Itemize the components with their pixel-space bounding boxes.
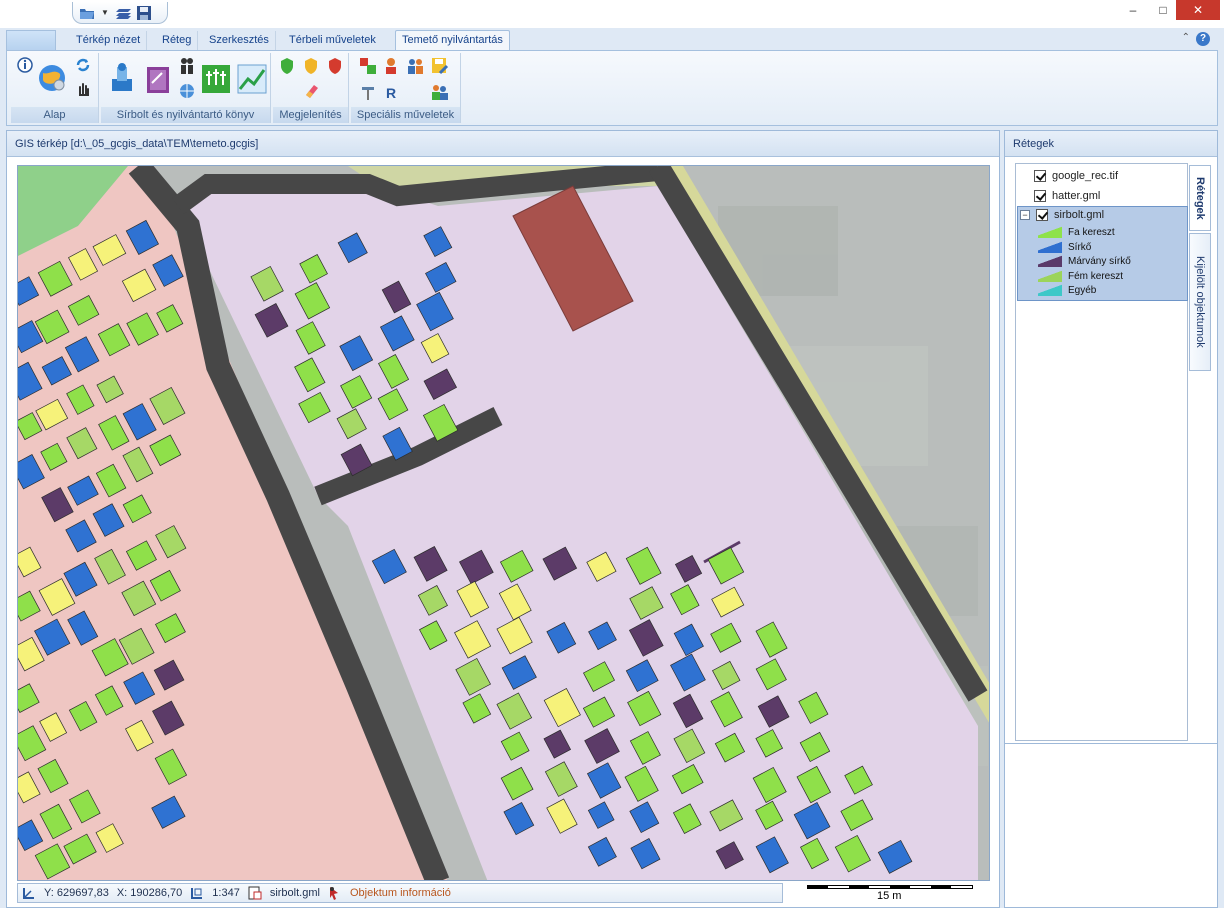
collapse-icon[interactable]: − xyxy=(1020,210,1030,220)
stamp-icon[interactable] xyxy=(107,61,137,95)
title-bar: ▼ – □ ✕ xyxy=(0,0,1224,28)
layer-google-rec[interactable]: google_rec.tif xyxy=(1034,166,1118,186)
quick-access-toolbar: ▼ xyxy=(72,2,168,24)
group-megjelenites: Megjelenítés xyxy=(273,53,349,123)
group-sirbolt: Sírbolt és nyilvántartó könyv xyxy=(101,53,271,123)
legend-swatch xyxy=(1038,270,1062,282)
pan-hand-icon[interactable] xyxy=(75,81,91,97)
legend-label: Márvány sírkő xyxy=(1068,255,1131,267)
tab-terkep-nezet[interactable]: Térkép nézet xyxy=(70,31,148,50)
status-y: Y: 629697,83 xyxy=(44,887,109,899)
group-label-megjelenites: Megjelenítés xyxy=(273,107,348,123)
map-canvas[interactable] xyxy=(17,165,990,881)
group-label-specialis: Speciális műveletek xyxy=(351,107,460,123)
layer-icon xyxy=(248,886,262,900)
scale-icon xyxy=(190,886,204,900)
layer-checkbox[interactable] xyxy=(1036,209,1048,221)
shield-green-icon[interactable] xyxy=(279,57,295,75)
layers-divider xyxy=(1005,743,1217,744)
layer-label: google_rec.tif xyxy=(1052,170,1119,182)
group-label-sirbolt: Sírbolt és nyilvántartó könyv xyxy=(101,107,270,123)
app-window: ▼ – □ ✕ Térkép nézet Réteg Szerkesztés T… xyxy=(0,0,1224,908)
layers-panel-title: Rétegek xyxy=(1005,131,1217,157)
info-icon[interactable] xyxy=(17,57,33,73)
collapse-ribbon-icon[interactable]: ⌃ xyxy=(1182,32,1190,43)
layer-label: hatter.gml xyxy=(1052,190,1101,202)
svg-text:R: R xyxy=(386,85,396,101)
group-specialis: R Speciális műveletek xyxy=(351,53,461,123)
scale-bar-graphic xyxy=(807,885,973,889)
layer-sirbolt[interactable]: − sirbolt.gml xyxy=(1020,205,1104,225)
people-icon[interactable] xyxy=(179,57,195,75)
status-bar: Y: 629697,83 X: 190286,70 1:347 sirbolt.… xyxy=(17,883,783,903)
legend-sirko: Sírkő xyxy=(1038,240,1091,254)
shield-yellow-icon[interactable] xyxy=(303,57,319,75)
layers-list: google_rec.tif hatter.gml − sirbolt.gml … xyxy=(1015,163,1188,741)
person-edit-icon[interactable] xyxy=(383,57,401,75)
legend-egyeb: Egyéb xyxy=(1038,283,1096,297)
tab-kijelolt-objektumok[interactable]: Kijelölt objektumok xyxy=(1189,233,1211,371)
report-r-icon[interactable]: R xyxy=(383,83,401,101)
legend-label: Sírkő xyxy=(1068,241,1092,253)
close-button[interactable]: ✕ xyxy=(1176,0,1220,20)
status-tool: Objektum információ xyxy=(349,887,451,899)
users-icon[interactable] xyxy=(407,57,425,75)
network-globe-icon[interactable] xyxy=(179,83,195,99)
open-folder-icon[interactable] xyxy=(79,6,95,20)
legend-swatch xyxy=(1038,284,1062,296)
map-panel: GIS térkép [d:\_05_gcgis_data\TEM\temeto… xyxy=(6,130,1000,908)
tab-reteg[interactable]: Réteg xyxy=(156,31,199,50)
tab-temeto-nyilvantartas[interactable]: Temető nyilvántartás xyxy=(395,30,510,51)
cursor-info-icon xyxy=(328,886,342,900)
legend-swatch xyxy=(1038,241,1062,253)
legend-label: Fa kereszt xyxy=(1068,226,1115,238)
shield-red-icon[interactable] xyxy=(327,57,343,75)
tools-icon[interactable] xyxy=(359,83,377,101)
save-icon[interactable] xyxy=(136,5,153,20)
chart-icon[interactable] xyxy=(237,61,267,95)
maximize-button[interactable]: □ xyxy=(1148,0,1178,20)
legend-marvany-sirko: Márvány sírkő xyxy=(1038,254,1131,268)
legend-label: Egyéb xyxy=(1068,284,1097,296)
tab-retegek[interactable]: Rétegek xyxy=(1189,165,1211,231)
status-x: X: 190286,70 xyxy=(116,887,183,899)
layers-panel: Rétegek google_rec.tif hatter.gml − sirb… xyxy=(1004,130,1218,908)
coordinate-icon xyxy=(22,886,36,900)
map-svg[interactable] xyxy=(18,166,990,881)
tab-terbeli-muveletek[interactable]: Térbeli műveletek xyxy=(283,31,382,50)
legend-fa-kereszt: Fa kereszt xyxy=(1038,225,1115,239)
refresh-icon[interactable] xyxy=(75,57,91,73)
layer-group-sirbolt[interactable]: − sirbolt.gml Fa kereszt Sírkő Márvány s… xyxy=(1017,206,1188,301)
help-icon[interactable]: ? xyxy=(1196,32,1210,46)
group-alap: Alap xyxy=(11,53,99,123)
layer-checkbox[interactable] xyxy=(1034,190,1046,202)
file-tab[interactable] xyxy=(6,30,56,50)
legend-swatch xyxy=(1038,226,1062,238)
layer-checkbox[interactable] xyxy=(1034,170,1046,182)
minimize-button[interactable]: – xyxy=(1118,0,1148,20)
status-scale: 1:347 xyxy=(212,887,240,899)
cemetery-crosses-icon[interactable] xyxy=(201,61,231,95)
layer-label: sirbolt.gml xyxy=(1054,209,1105,221)
status-layer: sirbolt.gml xyxy=(269,887,320,899)
layer-hatter[interactable]: hatter.gml xyxy=(1034,186,1100,206)
scale-bar-label: 15 m xyxy=(877,890,902,902)
eraser-icon[interactable] xyxy=(303,81,319,99)
layers-stack-icon[interactable] xyxy=(115,6,131,20)
register-book-icon[interactable] xyxy=(143,61,173,95)
legend-fem-kereszt: Fém kereszt xyxy=(1038,269,1123,283)
disk-edit-icon[interactable] xyxy=(431,57,449,75)
group-label-alap: Alap xyxy=(11,107,98,123)
dropdown-arrow-icon[interactable]: ▼ xyxy=(101,8,109,17)
legend-label: Fém kereszt xyxy=(1068,270,1124,282)
globe-icon[interactable] xyxy=(37,61,67,95)
map-panel-title: GIS térkép [d:\_05_gcgis_data\TEM\temeto… xyxy=(7,131,999,157)
ribbon-tabs: Térkép nézet Réteg Szerkesztés Térbeli m… xyxy=(6,28,1218,51)
ribbon: Alap Sírbolt és nyilvántartó könyv Megje… xyxy=(6,50,1218,126)
merge-icon[interactable] xyxy=(359,57,377,75)
tab-szerkesztes[interactable]: Szerkesztés xyxy=(203,31,276,50)
group-people-icon[interactable] xyxy=(431,83,449,101)
legend-swatch xyxy=(1038,255,1062,267)
scale-bar: 15 m xyxy=(807,883,973,903)
